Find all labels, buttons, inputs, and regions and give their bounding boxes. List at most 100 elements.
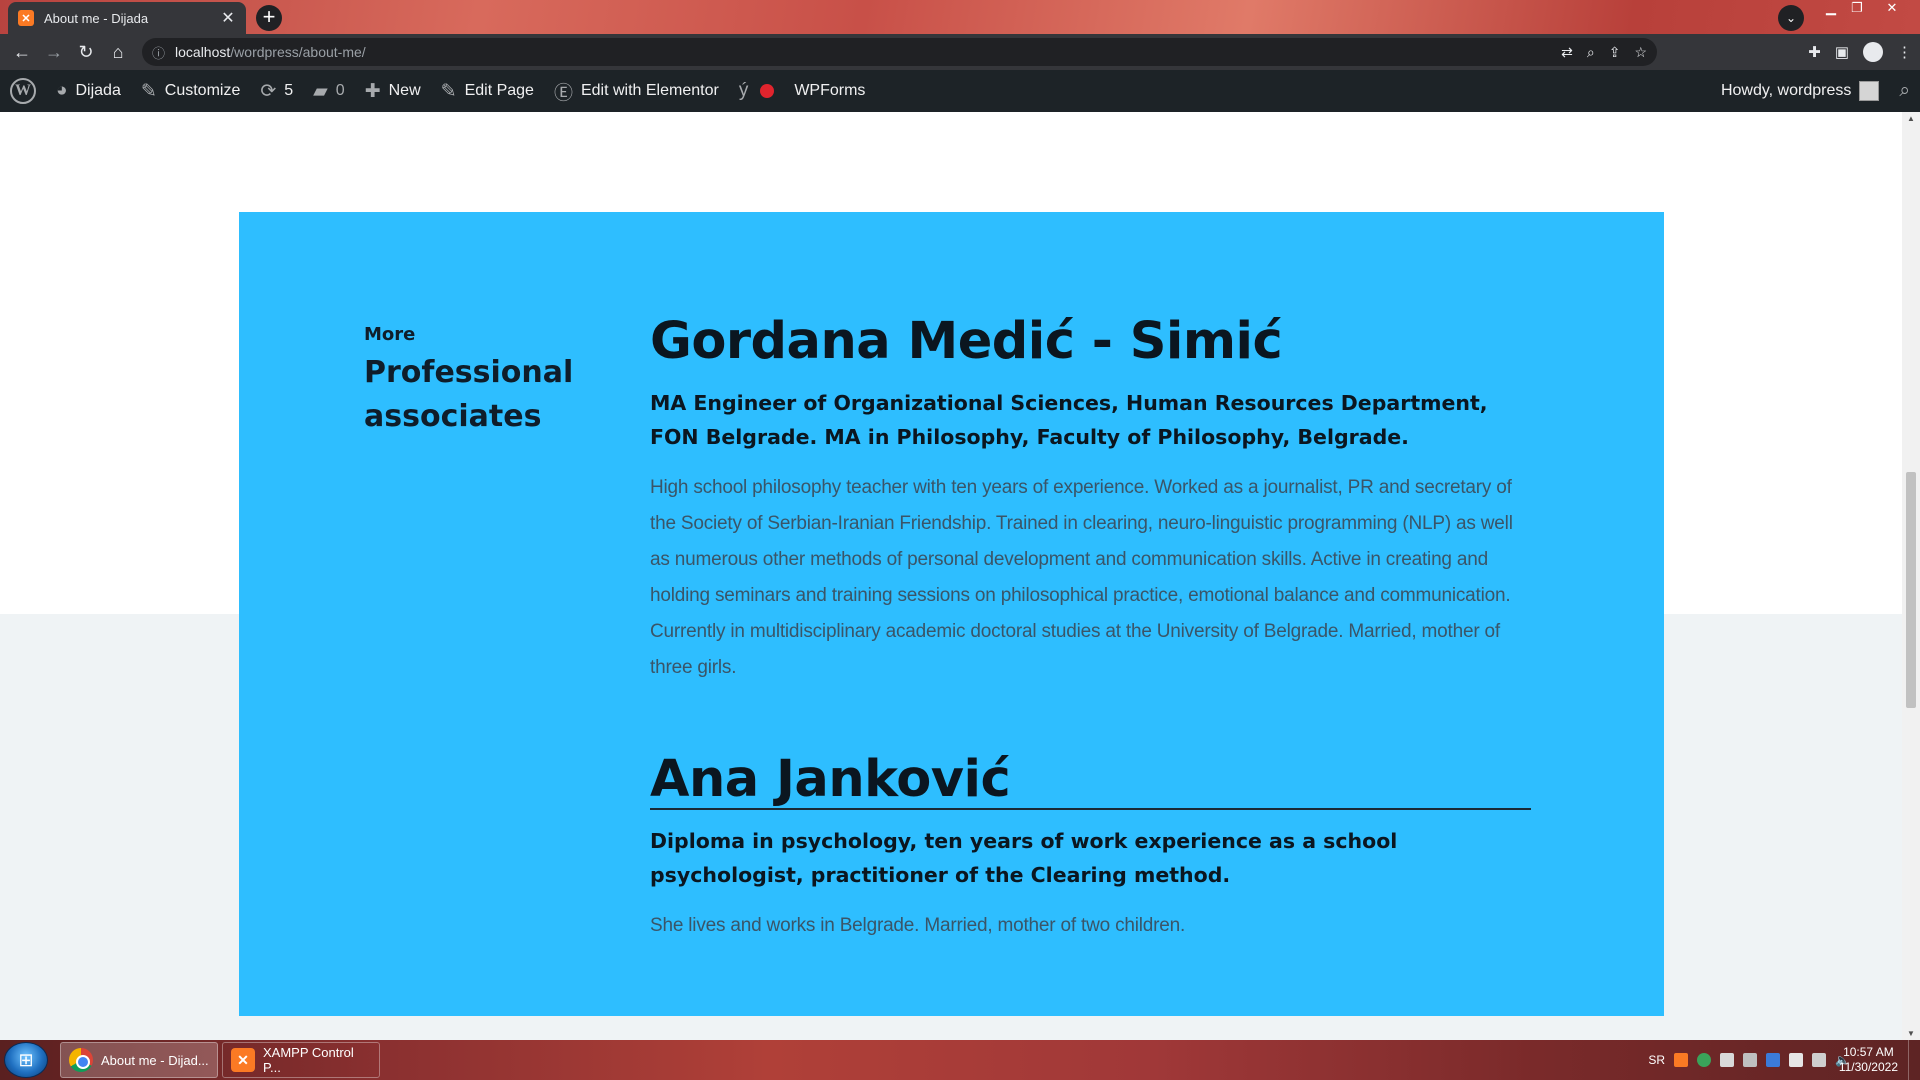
page-viewport: More Professional associates Gordana Med… [0, 112, 1902, 1040]
section-title: Professional associates [364, 355, 574, 434]
seo-status-dot-icon [760, 84, 775, 98]
address-bar[interactable]: ⓘ localhost/wordpress/about-me/ ⇄ ⌕ ⇪ ☆ [142, 38, 1657, 66]
wordpress-logo-icon: W [10, 78, 36, 104]
customize-label: Customize [164, 82, 241, 99]
edit-page-label: Edit Page [464, 82, 534, 99]
associate-degree: MA Engineer of Organizational Sciences, … [650, 391, 1488, 449]
clock-date: 11/30/2022 [1838, 1060, 1898, 1074]
plus-icon: ✚ [364, 80, 381, 102]
associate-bio: She lives and works in Belgrade. Married… [650, 915, 1186, 936]
share-icon[interactable]: ⇪ [1609, 44, 1621, 61]
search-icon: ⌕ [1899, 80, 1910, 101]
elementor-label: Edit with Elementor [580, 82, 719, 99]
edit-with-elementor-link[interactable]: Ⓔ Edit with Elementor [544, 70, 729, 112]
network-tray-icon[interactable] [1720, 1053, 1735, 1067]
extensions-puzzle-icon[interactable]: ✚ [1808, 43, 1821, 61]
close-window-button[interactable]: ✕ [1870, 0, 1914, 18]
show-desktop-button[interactable] [1908, 1040, 1920, 1080]
browser-tab-strip: ✕ About me - Dijada ✕ + ⌄ ▁ ❐ ✕ [0, 0, 1920, 34]
xampp-favicon-icon: ✕ [18, 10, 34, 26]
bookmark-star-icon[interactable]: ☆ [1634, 44, 1647, 61]
tab-search-button[interactable]: ⌄ [1778, 5, 1804, 31]
updates-count: 5 [284, 82, 294, 99]
browser-tab-active[interactable]: ✕ About me - Dijada ✕ [8, 2, 246, 34]
forward-arrow-icon[interactable]: → [38, 36, 70, 68]
url-host: localhost [175, 44, 231, 60]
wp-admin-bar: W ◕ Dijada ✎ Customize ⟳ 5 ▰ 0 ✚ New ✎ E… [0, 70, 1920, 112]
language-indicator[interactable]: SR [1648, 1053, 1665, 1067]
url-path: /wordpress/about-me/ [230, 44, 366, 60]
scroll-down-arrow-icon[interactable]: ▼ [1906, 1029, 1916, 1038]
action-center-flag-icon[interactable] [1789, 1053, 1804, 1067]
page-scrollbar[interactable]: ▲ ▼ [1902, 112, 1920, 1040]
home-icon[interactable]: ⌂ [102, 36, 134, 68]
side-panel-icon[interactable]: ▣ [1835, 43, 1849, 61]
edit-page-link[interactable]: ✎ Edit Page [431, 70, 544, 112]
usb-device-icon[interactable] [1743, 1053, 1758, 1067]
comments-count: 0 [335, 82, 345, 99]
profile-avatar-icon[interactable] [1863, 42, 1883, 62]
reload-icon[interactable]: ↻ [70, 36, 102, 68]
new-content-menu[interactable]: ✚ New [355, 70, 431, 112]
taskbar-chrome-button[interactable]: About me - Dijad... [60, 1042, 218, 1078]
window-controls: ▁ ❐ ✕ [1818, 0, 1914, 18]
restore-window-button[interactable]: ❐ [1844, 0, 1870, 18]
new-label: New [388, 82, 421, 99]
comments-link[interactable]: ▰ 0 [303, 70, 355, 112]
scroll-up-arrow-icon[interactable]: ▲ [1906, 114, 1916, 123]
associate-card: Ana Janković Diploma in psychology, ten … [650, 750, 1534, 944]
wp-logo-menu[interactable]: W [0, 70, 46, 112]
close-tab-icon[interactable]: ✕ [220, 8, 236, 28]
paintbrush-icon: ✎ [140, 80, 157, 102]
associate-degree: Diploma in psychology, ten years of work… [650, 829, 1398, 887]
display-tray-icon[interactable] [1812, 1053, 1827, 1067]
wpforms-menu[interactable]: WPForms [784, 70, 875, 112]
dashboard-gauge-icon: ◕ [56, 80, 68, 101]
updates-link[interactable]: ⟳ 5 [250, 70, 303, 112]
zoom-icon[interactable]: ⌕ [1587, 44, 1595, 61]
site-name: Dijada [75, 82, 121, 99]
yoast-icon: ý [738, 80, 749, 101]
section-kicker: More [364, 324, 416, 345]
browser-toolbar: ← → ↻ ⌂ ⓘ localhost/wordpress/about-me/ … [0, 34, 1920, 70]
windows-logo-icon: ⊞ [18, 1050, 34, 1070]
new-tab-button[interactable]: + [256, 5, 282, 31]
taskbar-chrome-label: About me - Dijad... [101, 1052, 209, 1068]
section-heading: More Professional associates [364, 324, 604, 439]
updates-icon: ⟳ [260, 80, 277, 102]
system-tray: SR 🔈 [1648, 1040, 1850, 1080]
xampp-icon: ✕ [231, 1048, 255, 1072]
user-avatar [1859, 81, 1880, 101]
associate-name: Gordana Medić - Simić [650, 312, 1283, 371]
chrome-icon [69, 1048, 93, 1072]
comment-bubble-icon: ▰ [313, 80, 328, 102]
browser-menu-icon[interactable]: ⋮ [1897, 43, 1912, 61]
wpforms-label: WPForms [794, 82, 866, 99]
start-button[interactable]: ⊞ [4, 1042, 48, 1078]
taskbar-xampp-button[interactable]: ✕ XAMPP Control P... [222, 1042, 380, 1078]
bluetooth-tray-icon[interactable] [1766, 1053, 1781, 1067]
associate-bio: High school philosophy teacher with ten … [650, 477, 1513, 678]
customize-link[interactable]: ✎ Customize [131, 70, 251, 112]
admin-search[interactable]: ⌕ [1889, 70, 1920, 112]
scrollbar-thumb[interactable] [1906, 472, 1916, 708]
minimize-window-button[interactable]: ▁ [1818, 0, 1844, 18]
my-account-menu[interactable]: Howdy, wordpress [1711, 70, 1889, 112]
howdy-label: Howdy, wordpress [1720, 82, 1852, 99]
elementor-icon: Ⓔ [553, 82, 573, 104]
site-name-menu[interactable]: ◕ Dijada [46, 70, 131, 112]
associate-name: Ana Janković [650, 750, 1011, 809]
clock-time: 10:57 AM [1843, 1045, 1894, 1059]
back-arrow-icon[interactable]: ← [6, 36, 38, 68]
xampp-tray-icon[interactable] [1674, 1053, 1689, 1067]
tab-title: About me - Dijada [44, 10, 149, 26]
pencil-icon: ✎ [440, 80, 457, 102]
system-clock[interactable]: 10:57 AM 11/30/2022 [1839, 1045, 1898, 1075]
taskbar-xampp-label: XAMPP Control P... [263, 1045, 354, 1075]
security-shield-icon[interactable] [1697, 1053, 1712, 1067]
yoast-seo-menu[interactable]: ý [729, 70, 785, 112]
site-info-icon[interactable]: ⓘ [152, 43, 165, 62]
associate-card: Gordana Medić - Simić MA Engineer of Org… [650, 312, 1534, 686]
translate-icon[interactable]: ⇄ [1561, 44, 1573, 61]
associates-section: More Professional associates Gordana Med… [239, 212, 1664, 1016]
